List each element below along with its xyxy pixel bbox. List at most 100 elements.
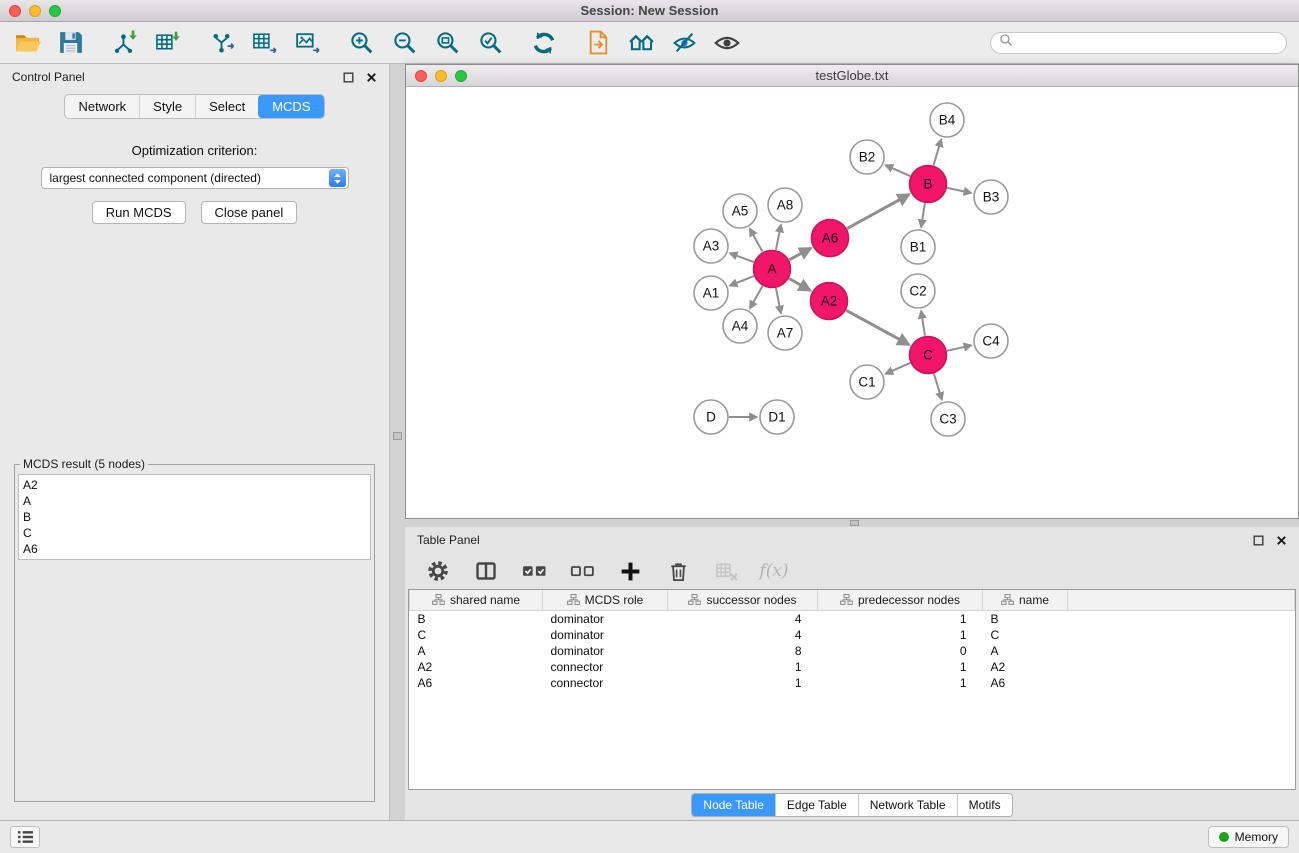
zoom-selected-button[interactable] xyxy=(475,27,505,59)
table-cell[interactable]: 1 xyxy=(818,627,983,643)
zoom-fit-button[interactable] xyxy=(432,27,462,59)
zoom-out-button[interactable] xyxy=(389,27,419,59)
graph-edge-B-B1[interactable] xyxy=(921,203,925,227)
column-header-successor-nodes[interactable]: successor nodes xyxy=(668,590,818,610)
column-header-MCDS-role[interactable]: MCDS role xyxy=(543,590,668,610)
graph-node-B1[interactable]: B1 xyxy=(901,230,935,264)
splitter-knob[interactable] xyxy=(850,520,859,526)
horizontal-splitter[interactable] xyxy=(405,519,1299,527)
graph-node-A4[interactable]: A4 xyxy=(723,309,757,343)
open-folder-button[interactable] xyxy=(12,27,42,59)
minimize-window-button[interactable] xyxy=(29,5,41,17)
table-cell[interactable]: A xyxy=(983,643,1068,659)
table-cell[interactable]: 1 xyxy=(818,659,983,675)
mcds-result-list[interactable]: A2ABCA6 xyxy=(18,474,371,560)
tab-motifs[interactable]: Motifs xyxy=(957,794,1012,816)
eye-button[interactable] xyxy=(712,27,742,59)
table-cell[interactable]: 4 xyxy=(668,627,818,643)
close-panel-button[interactable]: Close panel xyxy=(201,201,298,224)
maximize-network-button[interactable] xyxy=(455,70,467,82)
optimization-criterion-select[interactable]: largest connected component (directed) xyxy=(41,167,349,189)
delete-row-button[interactable] xyxy=(663,555,693,587)
tab-style[interactable]: Style xyxy=(139,95,195,118)
table-cell[interactable]: A6 xyxy=(410,675,543,691)
select-all-button[interactable] xyxy=(519,555,549,587)
graph-edge-A-A4[interactable] xyxy=(750,286,763,309)
table-cell[interactable]: connector xyxy=(543,659,668,675)
graph-node-B3[interactable]: B3 xyxy=(974,180,1008,214)
float-panel-icon[interactable] xyxy=(1253,535,1264,546)
table-cell[interactable]: A2 xyxy=(983,659,1068,675)
graph-node-A8[interactable]: A8 xyxy=(768,188,802,222)
import-table-button[interactable] xyxy=(152,27,182,59)
zoom-in-button[interactable] xyxy=(346,27,376,59)
search-field[interactable] xyxy=(990,32,1287,54)
table-cell[interactable]: C xyxy=(983,627,1068,643)
graph-edge-A-A2[interactable] xyxy=(789,279,810,291)
graph-edge-C-C4[interactable] xyxy=(947,345,972,351)
table-cell[interactable]: 1 xyxy=(668,675,818,691)
close-panel-icon[interactable] xyxy=(1276,535,1287,546)
show-columns-button[interactable] xyxy=(471,555,501,587)
add-row-button[interactable] xyxy=(615,555,645,587)
graph-node-C3[interactable]: C3 xyxy=(931,402,965,436)
column-header-shared-name[interactable]: shared name xyxy=(410,590,543,610)
tab-mcds[interactable]: MCDS xyxy=(258,95,323,118)
table-cell[interactable]: 0 xyxy=(818,643,983,659)
mcds-result-item[interactable]: C xyxy=(23,525,366,541)
graph-edge-A-A8[interactable] xyxy=(776,225,781,250)
close-network-button[interactable] xyxy=(415,70,427,82)
document-arrow-button[interactable] xyxy=(583,27,613,59)
search-input[interactable] xyxy=(1018,36,1278,50)
float-panel-icon[interactable] xyxy=(343,72,354,83)
table-row-A[interactable]: Adominator80A xyxy=(410,643,1295,659)
memory-button[interactable]: Memory xyxy=(1208,826,1289,848)
table-cell[interactable]: dominator xyxy=(543,610,668,627)
graph-node-D[interactable]: D xyxy=(694,400,728,434)
graph-edge-B-B4[interactable] xyxy=(934,139,942,165)
graph-edge-C-C1[interactable] xyxy=(885,363,910,374)
graph-node-A7[interactable]: A7 xyxy=(768,316,802,350)
deselect-all-button[interactable] xyxy=(567,555,597,587)
table-row-B[interactable]: Bdominator41B xyxy=(410,610,1295,627)
table-cell[interactable]: 4 xyxy=(668,610,818,627)
double-house-button[interactable] xyxy=(626,27,656,59)
graph-edge-B-B2[interactable] xyxy=(885,165,910,176)
graph-edge-A2-C[interactable] xyxy=(846,310,909,344)
mcds-result-item[interactable]: B xyxy=(23,509,366,525)
network-graph[interactable]: B4B2BB3A8A5A6A3B1AC2A1A2A4A7C4CC1DD1C3 xyxy=(406,87,1298,513)
export-image-button[interactable] xyxy=(292,27,322,59)
graph-node-A1[interactable]: A1 xyxy=(694,276,728,310)
graph-node-A[interactable]: A xyxy=(754,251,791,288)
graph-node-C2[interactable]: C2 xyxy=(901,274,935,308)
mcds-result-item[interactable]: A6 xyxy=(23,541,366,557)
table-cell[interactable]: 1 xyxy=(818,675,983,691)
graph-node-C[interactable]: C xyxy=(910,337,947,374)
import-network-button[interactable] xyxy=(109,27,139,59)
table-cell[interactable]: dominator xyxy=(543,627,668,643)
table-cell[interactable]: 1 xyxy=(818,610,983,627)
run-mcds-button[interactable]: Run MCDS xyxy=(92,201,186,224)
table-cell[interactable]: A2 xyxy=(410,659,543,675)
column-header-name[interactable]: name xyxy=(983,590,1068,610)
graph-edge-A-A7[interactable] xyxy=(776,288,781,313)
graph-edge-A-A1[interactable] xyxy=(730,276,754,286)
tab-node-table[interactable]: Node Table xyxy=(692,794,775,816)
graph-node-D1[interactable]: D1 xyxy=(760,400,794,434)
minimize-network-button[interactable] xyxy=(435,70,447,82)
vertical-splitter[interactable] xyxy=(390,64,405,820)
mcds-result-item[interactable]: A2 xyxy=(23,477,366,493)
table-cell[interactable]: 8 xyxy=(668,643,818,659)
tab-network-table[interactable]: Network Table xyxy=(858,794,957,816)
table-cell[interactable]: C xyxy=(410,627,543,643)
table-cell[interactable]: A6 xyxy=(983,675,1068,691)
graph-node-A5[interactable]: A5 xyxy=(723,194,757,228)
save-floppy-button[interactable] xyxy=(55,27,85,59)
table-cell[interactable]: B xyxy=(410,610,543,627)
table-row-A2[interactable]: A2connector11A2 xyxy=(410,659,1295,675)
maximize-window-button[interactable] xyxy=(49,5,61,17)
graph-node-C1[interactable]: C1 xyxy=(850,365,884,399)
graph-edge-C-C2[interactable] xyxy=(921,311,925,336)
tab-edge-table[interactable]: Edge Table xyxy=(775,794,858,816)
table-row-C[interactable]: Cdominator41C xyxy=(410,627,1295,643)
